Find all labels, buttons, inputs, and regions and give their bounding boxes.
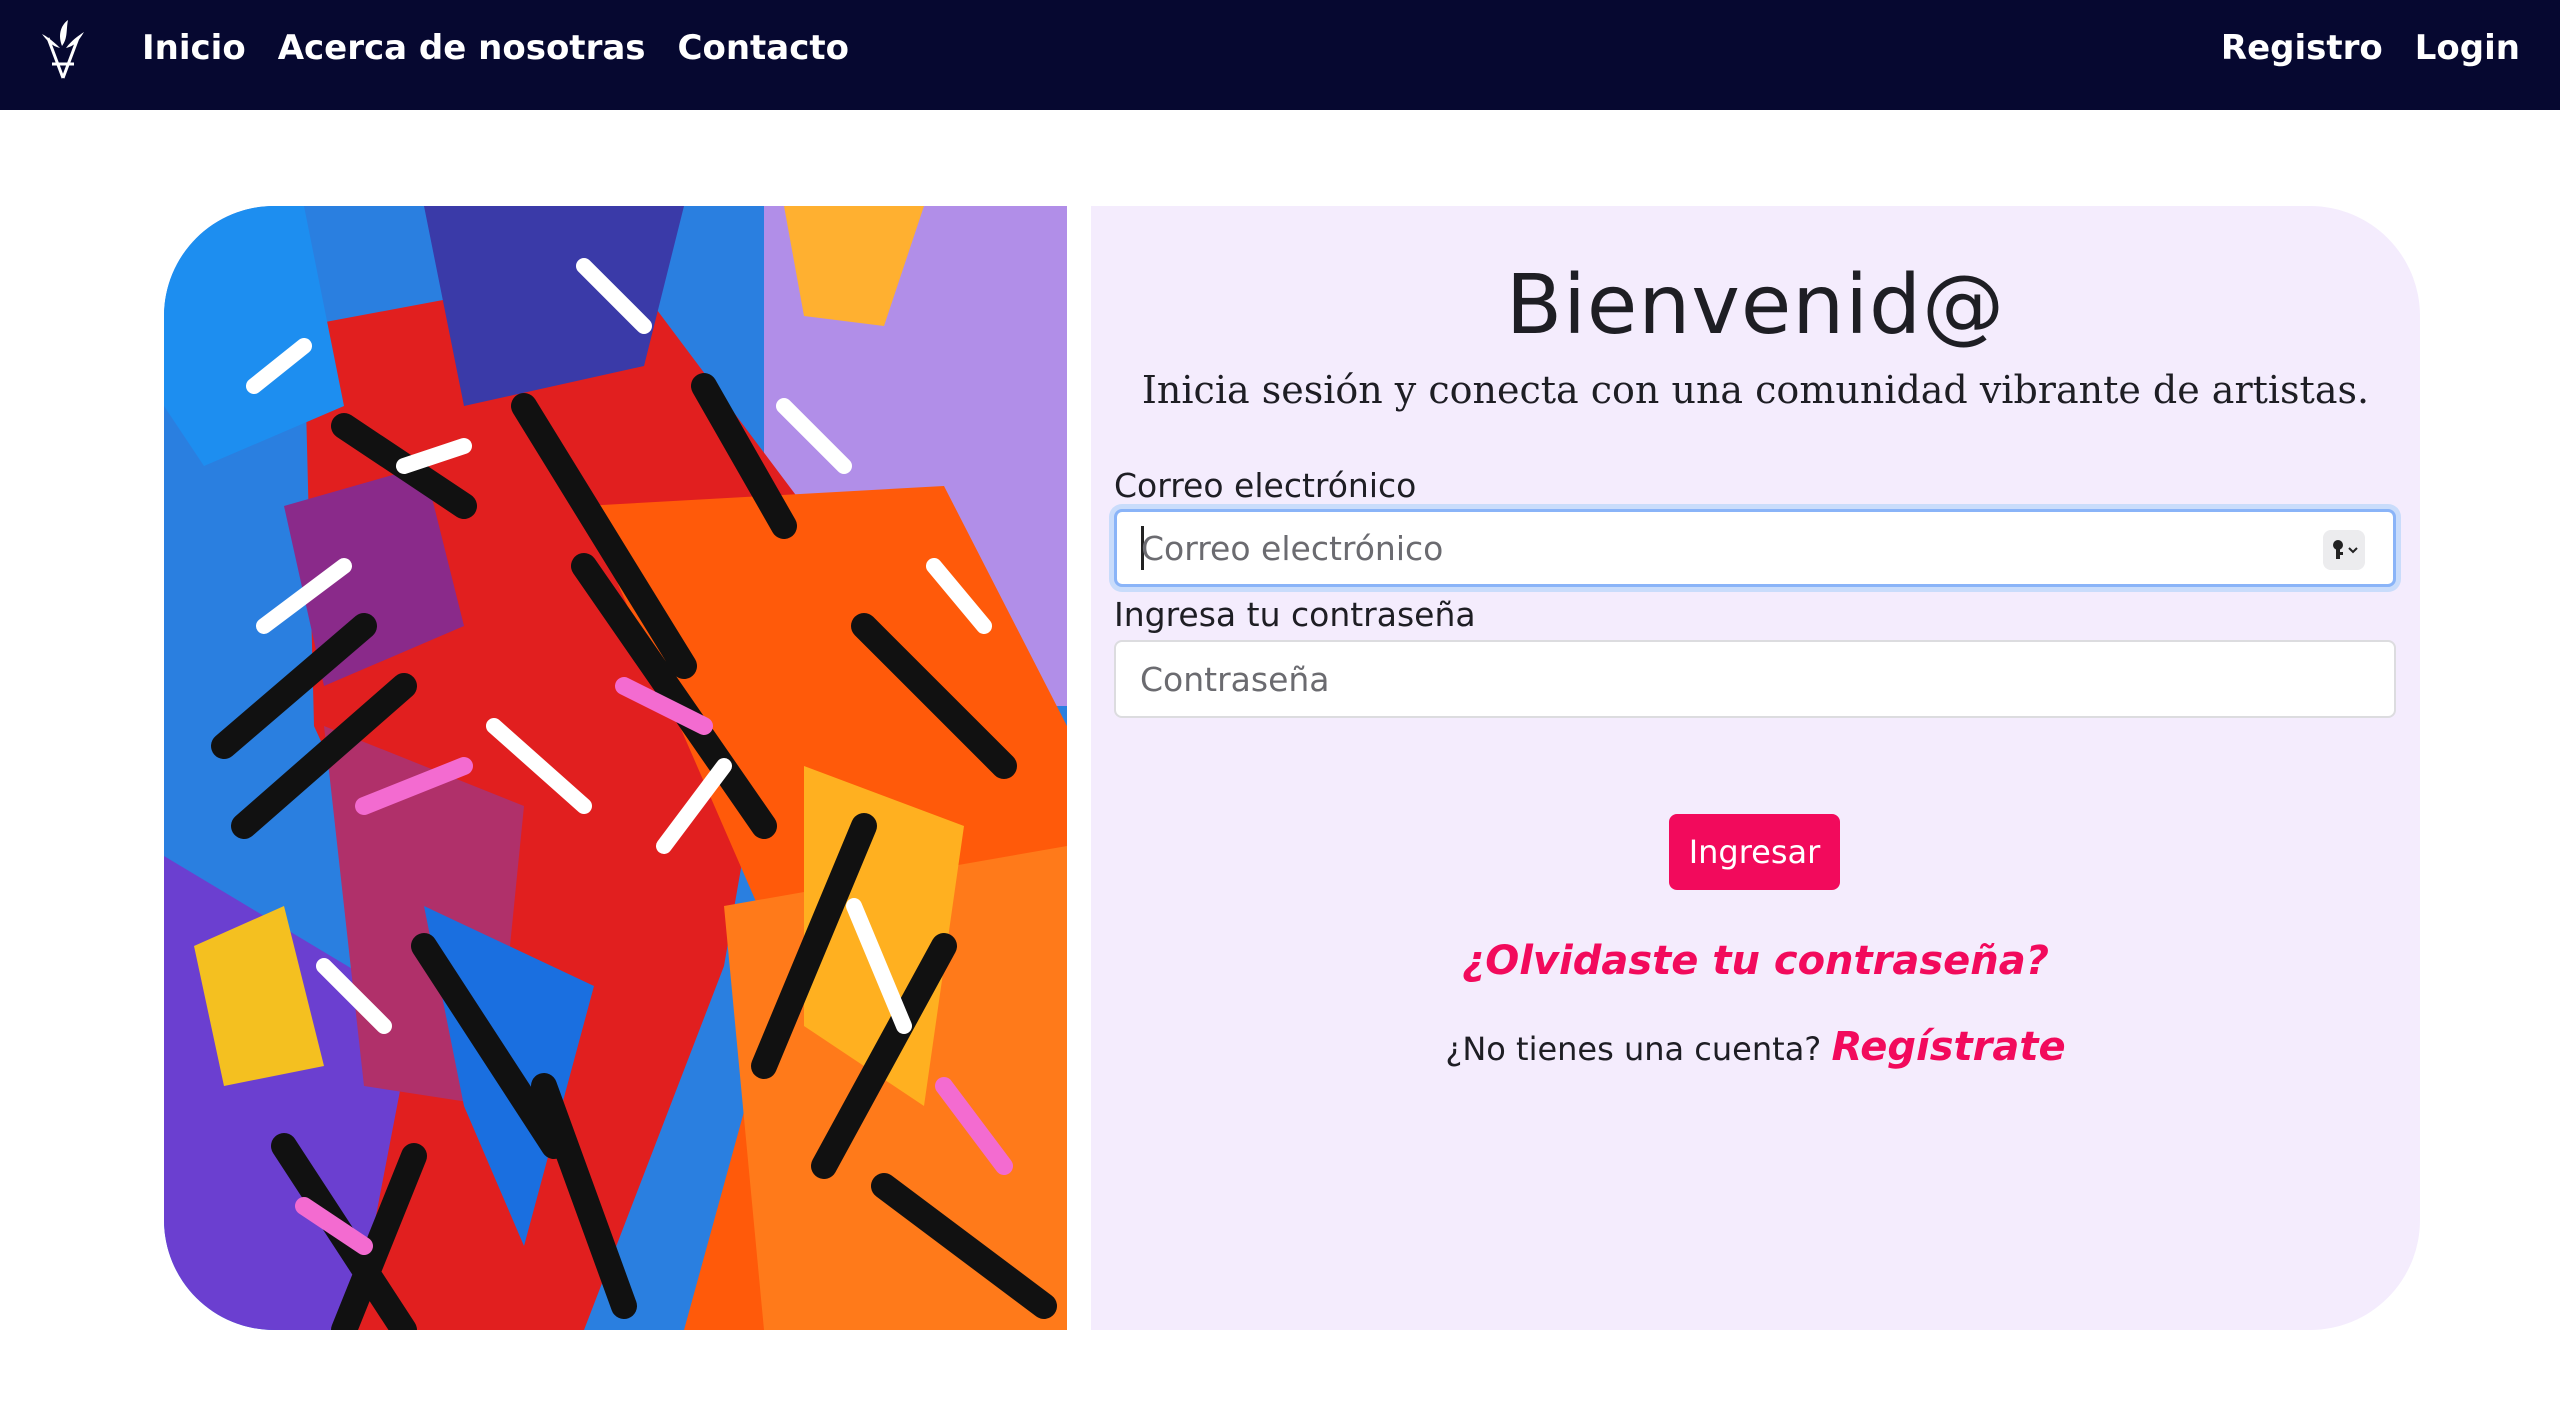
login-card: Bienvenid@ Inicia sesión y conecta con u… bbox=[1091, 206, 2420, 1330]
password-field[interactable]: Contraseña bbox=[1114, 640, 2396, 718]
email-field[interactable]: Correo electrónico bbox=[1114, 509, 2396, 587]
key-autofill-icon[interactable] bbox=[2323, 530, 2365, 570]
nav-link-login[interactable]: Login bbox=[2415, 28, 2520, 68]
nav-link-inicio[interactable]: Inicio bbox=[142, 28, 246, 68]
abstract-painting-image bbox=[164, 206, 1067, 1330]
nav-link-acerca[interactable]: Acerca de nosotras bbox=[278, 28, 646, 68]
password-placeholder: Contraseña bbox=[1140, 659, 1330, 699]
nav-link-contacto[interactable]: Contacto bbox=[678, 28, 849, 68]
email-placeholder: Correo electrónico bbox=[1141, 528, 1444, 568]
top-navbar: Inicio Acerca de nosotras Contacto Regis… bbox=[0, 0, 2560, 110]
page-subtitle: Inicia sesión y conecta con una comunida… bbox=[1141, 368, 2370, 412]
logo-icon[interactable] bbox=[38, 18, 88, 84]
email-label: Correo electrónico bbox=[1114, 466, 1417, 505]
register-link[interactable]: Regístrate bbox=[1831, 1024, 2065, 1070]
no-account-text: ¿No tienes una cuenta? bbox=[1445, 1030, 1822, 1068]
forgot-password-link[interactable]: ¿Olvidaste tu contraseña? bbox=[1091, 938, 2420, 984]
register-prompt: ¿No tienes una cuenta? Regístrate bbox=[1091, 1024, 2420, 1070]
password-label: Ingresa tu contraseña bbox=[1114, 595, 1476, 634]
submit-button[interactable]: Ingresar bbox=[1669, 814, 1840, 890]
nav-left-links: Inicio Acerca de nosotras Contacto bbox=[142, 0, 881, 95]
nav-right-links: Registro Login bbox=[2189, 0, 2520, 95]
nav-link-registro[interactable]: Registro bbox=[2221, 28, 2383, 68]
page-title: Bienvenid@ bbox=[1505, 258, 2006, 353]
